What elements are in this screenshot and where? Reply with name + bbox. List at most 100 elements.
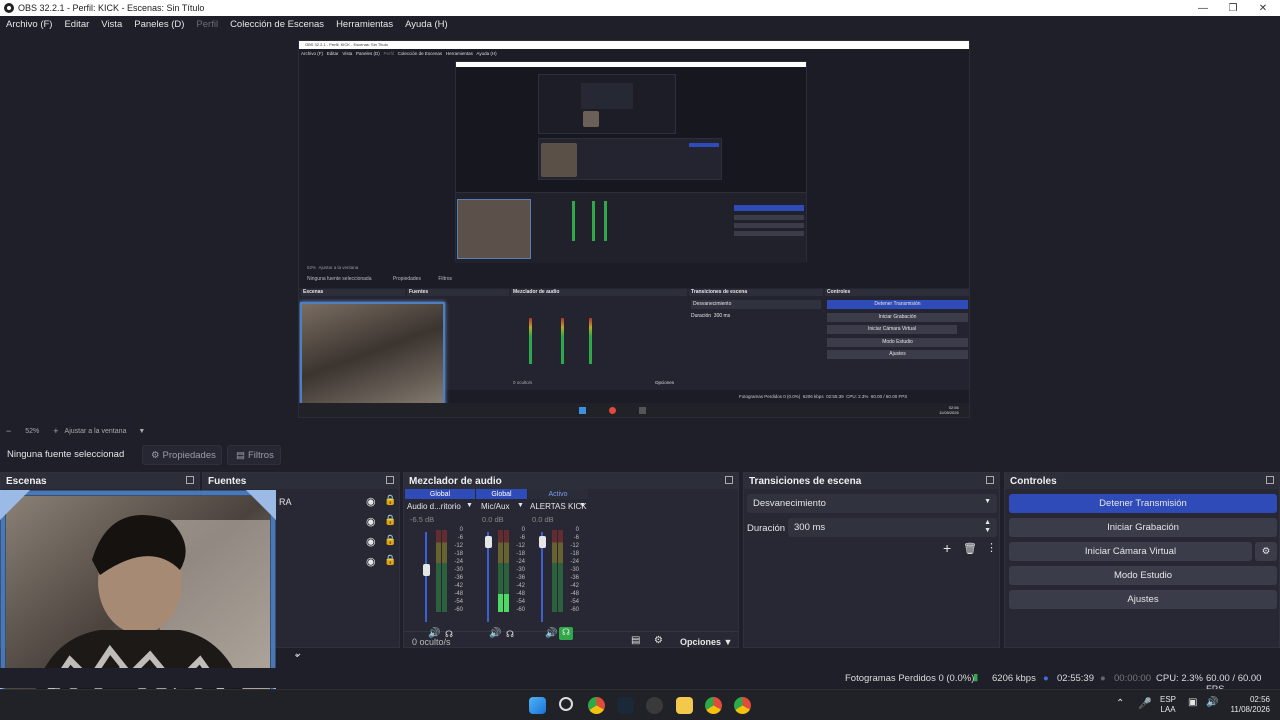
fader-handle[interactable] — [539, 536, 546, 549]
nested-docks-level3 — [538, 138, 722, 180]
minimize-icon[interactable]: — — [1186, 0, 1220, 16]
start-recording-button[interactable]: Iniciar Grabación — [1009, 518, 1277, 537]
transition-select[interactable]: Desvanecimiento ▼ — [747, 494, 997, 513]
maximize-icon[interactable]: ❐ — [1216, 0, 1250, 16]
windows-start-icon[interactable] — [529, 697, 546, 714]
stream-icon: ● — [1043, 673, 1049, 684]
menu-ayuda[interactable]: Ayuda (H) — [399, 19, 454, 30]
stop-stream-button[interactable]: Detener Transmisión — [1009, 494, 1277, 513]
chevron-up-icon[interactable]: ⌃ — [1116, 698, 1124, 709]
lock-icon[interactable]: 🔒 — [384, 535, 396, 546]
lock-icon[interactable]: 🔒 — [384, 515, 396, 526]
speaker-icon[interactable]: 🔊 — [428, 628, 440, 639]
undock-icon[interactable] — [725, 476, 733, 484]
options-button[interactable]: Opciones ▼ — [680, 637, 732, 647]
nested-webcam-level2 — [457, 199, 531, 259]
chevron-down-icon[interactable]: ▼ — [466, 502, 473, 509]
lock-icon[interactable]: 🔒 — [384, 495, 396, 506]
transitions-title: Transiciones de escena — [749, 475, 862, 487]
clock-date: 11/08/2026 — [1230, 705, 1270, 714]
menu-editar[interactable]: Editar — [58, 19, 95, 30]
chevron-down-icon[interactable]: ▼ — [517, 502, 524, 509]
controls-dock: Controles Detener Transmisión Iniciar Gr… — [1004, 472, 1280, 648]
chrome-profile-icon[interactable] — [705, 697, 722, 714]
undock-icon[interactable] — [986, 476, 994, 484]
chrome-icon[interactable] — [588, 697, 605, 714]
fader-handle[interactable] — [485, 536, 492, 549]
add-icon[interactable]: + — [943, 540, 951, 556]
virtual-camera-button[interactable]: Iniciar Cámara Virtual — [1009, 542, 1252, 561]
zoom-in-icon[interactable]: + — [53, 426, 58, 436]
chevron-down-icon[interactable]: ⌄ — [294, 648, 302, 659]
eye-icon[interactable]: ◉ — [366, 555, 376, 568]
db-scale: 0 -6 -12 -18 -24 -30 -36 -42 -48 -54 -60 — [570, 527, 579, 613]
network-icon[interactable]: ▣ — [1188, 697, 1197, 708]
nested-transitions-header: Transiciones de escena — [689, 289, 823, 296]
more-vertical-icon[interactable]: ⋮ — [986, 541, 997, 554]
clock[interactable]: 02:56 11/08/2026 — [1226, 695, 1270, 715]
nested-zoom: 52% Ajustar a la ventana — [307, 265, 359, 270]
speaker-icon[interactable]: 🔊 — [545, 628, 557, 639]
menu-archivo[interactable]: Archivo (F) — [0, 19, 58, 30]
nested-menu-item: Perfil — [383, 51, 394, 56]
chevron-down-icon[interactable]: ▼ — [138, 428, 145, 435]
eye-icon[interactable]: ◉ — [366, 515, 376, 528]
studio-mode-button[interactable]: Modo Estudio — [1009, 566, 1277, 585]
nested-stop-button — [689, 143, 719, 147]
trash-icon[interactable]: 🗑 — [963, 542, 977, 555]
channel-name: Mic/Aux — [481, 502, 510, 511]
zoom-fit-label[interactable]: Ajustar a la ventana — [65, 428, 127, 435]
undock-icon[interactable] — [386, 476, 394, 484]
spin-arrows-icon[interactable]: ▲ ▼ — [984, 519, 991, 535]
steam-icon[interactable] — [617, 697, 634, 714]
layout-icon[interactable]: ▤ — [631, 635, 640, 646]
filters-button[interactable]: ▤ Filtros — [227, 445, 281, 465]
headphones-icon[interactable]: ☊ — [506, 629, 514, 640]
menu-perfil[interactable]: Perfil — [190, 19, 224, 30]
chevron-down-icon: ▼ — [984, 498, 991, 505]
obs-icon[interactable] — [646, 697, 663, 714]
search-icon[interactable] — [559, 697, 573, 711]
stream-preview[interactable]: OBS 32.2.1 - Perfil: KICK - Escenas: Sin… — [298, 40, 970, 418]
chevron-down-icon[interactable]: ▼ — [579, 502, 586, 509]
volume-icon[interactable]: 🔊 — [1206, 697, 1218, 708]
close-icon[interactable]: ✕ — [1246, 0, 1280, 16]
nested-hidden: 0 oculto/s — [513, 380, 533, 385]
undock-icon[interactable] — [186, 476, 194, 484]
language-indicator[interactable]: ESP LAA — [1160, 695, 1176, 715]
db-scale: 0 -6 -12 -18 -24 -30 -36 -42 -48 -54 -60 — [516, 527, 525, 613]
fader-handle[interactable] — [423, 563, 430, 576]
eye-icon[interactable]: ◉ — [366, 535, 376, 548]
undock-icon[interactable] — [1266, 476, 1274, 484]
menu-herramientas[interactable]: Herramientas — [330, 19, 399, 30]
headphones-active-icon[interactable]: ☊ — [559, 627, 573, 640]
zoom-out-icon[interactable]: − — [6, 426, 11, 436]
headphones-icon[interactable]: ☊ — [445, 629, 453, 640]
virtual-camera-settings-button[interactable]: ⚙ — [1255, 542, 1277, 561]
volume-fader[interactable] — [425, 532, 427, 622]
eye-icon[interactable]: ◉ — [366, 495, 376, 508]
menu-vista[interactable]: Vista — [95, 19, 128, 30]
window-title: OBS 32.2.1 - Perfil: KICK - Escenas: Sin… — [18, 3, 205, 13]
menu-coleccion[interactable]: Colección de Escenas — [224, 19, 330, 30]
record-icon: ● — [1100, 673, 1106, 684]
status-bar: Fotogramas Perdidos 0 (0.0%) ▮ 6206 kbps… — [0, 668, 1280, 695]
menu-paneles[interactable]: Paneles (D) — [128, 19, 190, 30]
properties-button[interactable]: ⚙ Propiedades — [142, 445, 222, 465]
nested-duration: Duración 300 ms — [691, 313, 731, 319]
gear-icon[interactable]: ⚙ — [654, 635, 663, 646]
lang-top: ESP — [1160, 695, 1177, 704]
folder-icon[interactable] — [676, 697, 693, 714]
taskbar: ⌃ 🎤 ESP LAA ▣ 🔊 02:56 11/08/2026 — [0, 689, 1280, 720]
nested-docks-level2 — [456, 192, 806, 263]
chrome-profile-2-icon[interactable] — [734, 697, 751, 714]
zoom-value: 52% — [25, 427, 40, 435]
nested-status: Fotogramas Perdidos 0 (0.0%) 6206 kbps 0… — [739, 394, 908, 399]
settings-button[interactable]: Ajustes — [1009, 590, 1277, 609]
speaker-icon[interactable]: 🔊 — [489, 628, 501, 639]
duration-spinbox[interactable]: 300 ms ▲ ▼ — [788, 518, 997, 537]
microphone-icon[interactable]: 🎤 — [1138, 697, 1152, 710]
menu-bar: Archivo (F) Editar Vista Paneles (D) Per… — [0, 16, 1280, 33]
lock-icon[interactable]: 🔒 — [384, 555, 396, 566]
nested-meter — [561, 318, 564, 364]
